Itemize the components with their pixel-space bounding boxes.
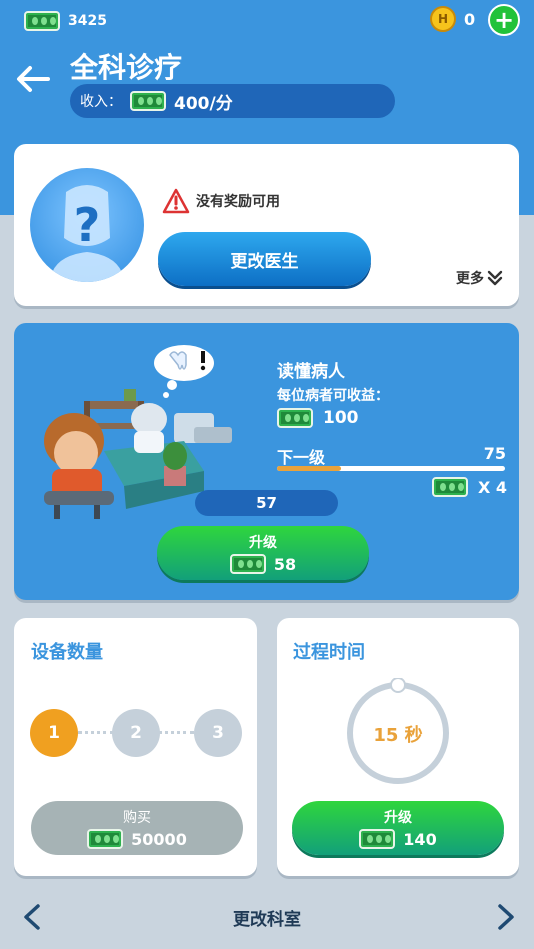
chevron-double-down-icon (487, 270, 503, 286)
multiplier-value: X 4 (478, 477, 508, 497)
earn-cash-icon (277, 408, 313, 428)
chevron-right-icon (498, 904, 514, 930)
patients-count-pill: 57 (195, 490, 338, 516)
earn-value: 100 (323, 408, 359, 428)
patients-count: 57 (256, 494, 277, 512)
treatment-upgrade-cash-icon (229, 554, 266, 574)
buy-label: 购买 (123, 810, 151, 826)
earn-amount: 100 (277, 408, 359, 428)
process-title: 过程时间 (293, 642, 365, 663)
page-title: 全科诊疗 (70, 51, 183, 84)
income-label: 收入： (80, 94, 122, 110)
warning-text: 没有奖励可用 (196, 194, 280, 210)
multiplier: X 4 (432, 477, 507, 497)
equipment-card: 设备数量 1 2 3 购买 50000 (14, 618, 257, 876)
next-department-button[interactable] (490, 900, 520, 934)
treatment-upgrade-cost-row: 58 (229, 554, 297, 574)
back-arrow-icon (17, 66, 50, 92)
treatment-upgrade-button[interactable]: 升级 58 (157, 526, 369, 580)
coin-icon: H (430, 6, 456, 32)
treatment-card: 读懂病人 每位病者可收益： 100 下一级 75 X 4 57 升级 58 (14, 323, 519, 600)
level-progress-bar (277, 466, 505, 471)
equipment-slots: 1 2 3 (30, 709, 242, 757)
next-level-label: 下一级 (277, 448, 326, 467)
buy-cost-row: 50000 (87, 829, 187, 849)
slot-connector-1 (78, 731, 114, 734)
doctor-avatar[interactable]: ? (30, 168, 144, 282)
slot-1-label: 1 (48, 723, 60, 743)
slot-connector-2 (158, 731, 194, 734)
process-time-value: 15 秒 (373, 725, 423, 746)
change-doctor-label: 更改医生 (230, 251, 299, 272)
warning-icon (162, 188, 190, 214)
coin-value: 0 (464, 9, 476, 29)
add-coins-button[interactable]: + (488, 4, 520, 36)
cash-counter: 3425 (24, 9, 107, 33)
process-time-card: 过程时间 15 秒 升级 140 (277, 618, 519, 876)
equipment-slot-2[interactable]: 2 (112, 709, 160, 757)
more-label: 更多 (456, 271, 484, 287)
equipment-slot-1[interactable]: 1 (30, 709, 78, 757)
income-cash-icon (130, 91, 166, 111)
process-upgrade-cost-row: 140 (359, 829, 437, 849)
slot-3-label: 3 (212, 723, 224, 743)
change-department-label: 更改科室 (233, 910, 301, 930)
equipment-title: 设备数量 (31, 642, 103, 663)
process-upgrade-cost: 140 (403, 829, 437, 849)
back-button[interactable] (14, 62, 52, 96)
process-upgrade-cash-icon (359, 829, 396, 849)
change-doctor-button[interactable]: 更改医生 (158, 232, 371, 286)
treatment-upgrade-label: 升级 (249, 535, 277, 551)
doctor-card: ? 没有奖励可用 更改医生 更多 (14, 144, 519, 306)
buy-cash-icon (87, 829, 124, 849)
income-value: 400/分 (174, 93, 233, 114)
process-upgrade-label: 升级 (384, 810, 412, 826)
multiplier-cash-icon (432, 477, 468, 497)
buy-cost: 50000 (131, 829, 187, 849)
cash-value: 3425 (68, 13, 107, 29)
next-level-value: 75 (483, 444, 506, 463)
equipment-slot-3[interactable]: 3 (194, 709, 242, 757)
process-upgrade-button[interactable]: 升级 140 (292, 801, 504, 855)
earn-label: 每位病者可收益： (277, 388, 389, 404)
treatment-title: 读懂病人 (277, 362, 345, 382)
treatment-upgrade-cost: 58 (273, 554, 297, 574)
income-bar: 收入： 400/分 (70, 84, 395, 118)
level-progress-fill (277, 466, 341, 471)
buy-equipment-button[interactable]: 购买 50000 (31, 801, 243, 855)
plus-icon: + (493, 6, 515, 34)
coin-counter: H 0 (430, 6, 475, 32)
more-button[interactable]: 更多 (456, 268, 504, 288)
cash-icon (24, 11, 60, 31)
coin-symbol: H (437, 12, 449, 26)
slot-2-label: 2 (130, 723, 142, 743)
avatar-question-mark: ? (73, 198, 101, 252)
no-reward-warning: 没有奖励可用 (162, 188, 280, 214)
